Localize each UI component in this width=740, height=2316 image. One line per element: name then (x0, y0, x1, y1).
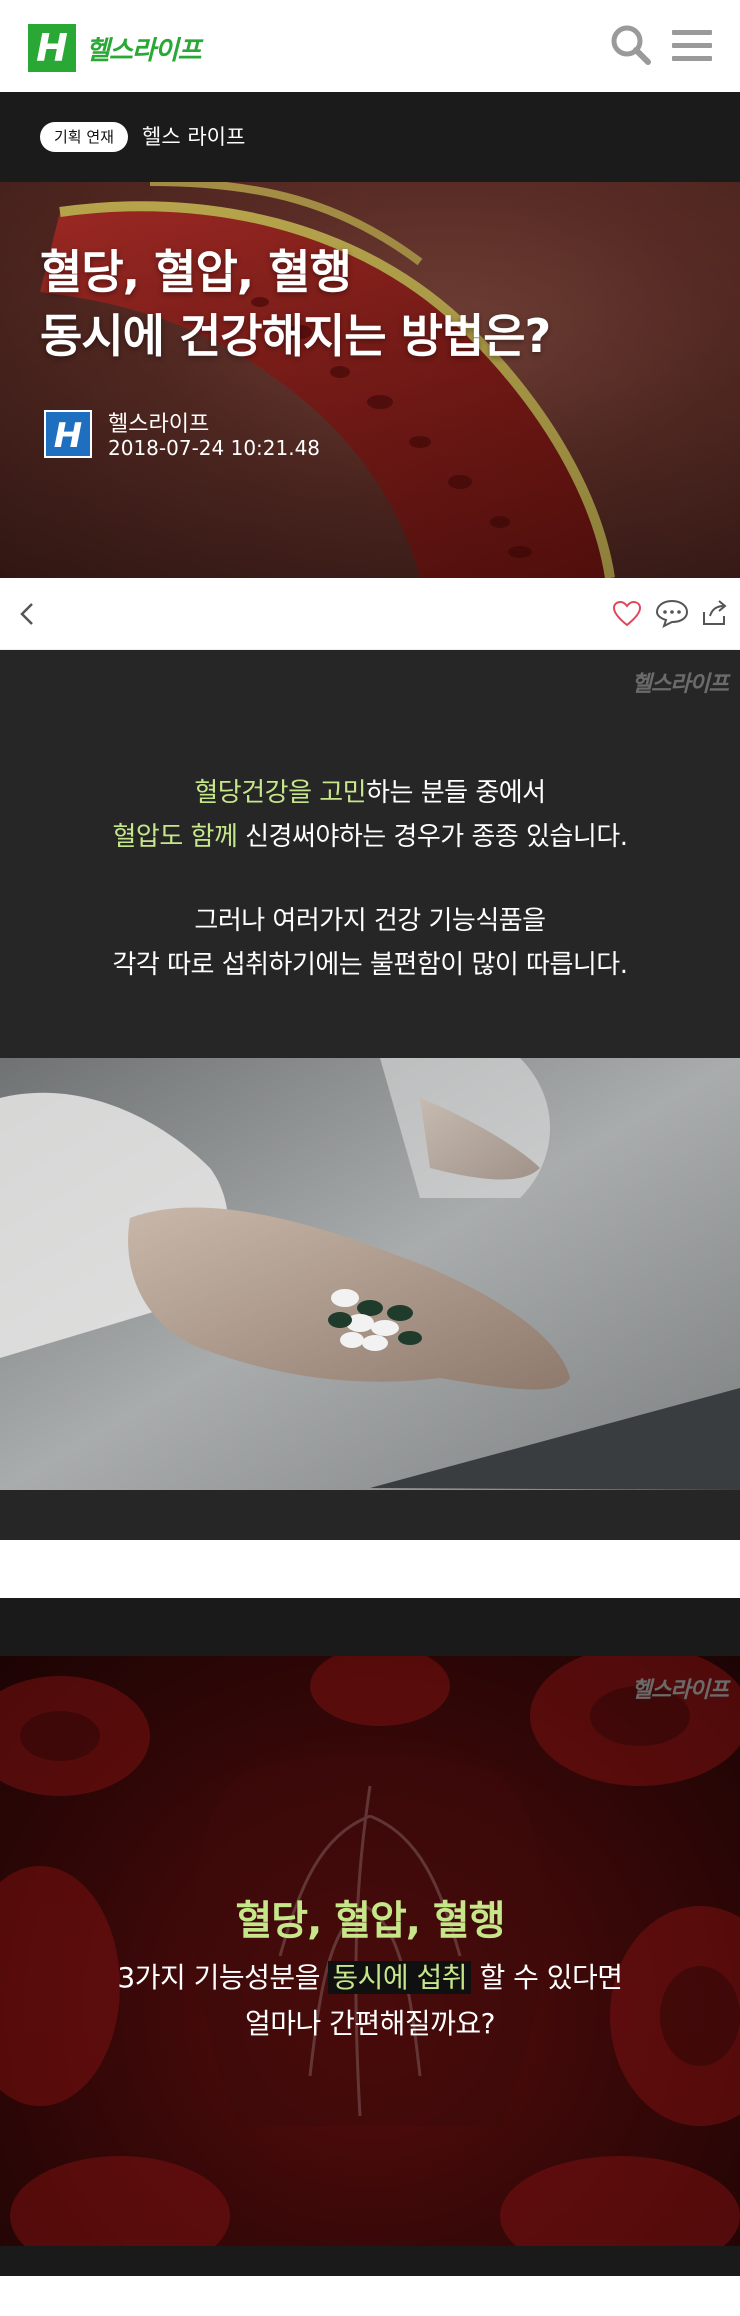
site-header: H 헬스라이프 (0, 0, 740, 92)
watermark: 헬스라이프 (631, 672, 729, 697)
publish-date: 2018-07-24 10:21.48 (108, 436, 321, 460)
article-title-line2: 동시에 건강해지는 방법은? (40, 309, 551, 363)
article-title: 혈당, 혈압, 혈행 동시에 건강해지는 방법은? (40, 240, 551, 368)
speech-bubble-icon[interactable] (654, 598, 690, 628)
share-icon[interactable] (700, 598, 730, 628)
author-avatar[interactable]: H (44, 410, 92, 458)
author-name[interactable]: 헬스라이프 (108, 406, 209, 438)
heart-icon[interactable] (612, 600, 642, 628)
blood-cells-illustration (0, 1656, 740, 2246)
card1-line1: 혈당건강을 고민하는 분들 중에서 (194, 778, 546, 808)
article-action-bar (0, 578, 740, 650)
article-hero: 혈당, 혈압, 혈행 동시에 건강해지는 방법은? H 헬스라이프 2018-0… (0, 182, 740, 578)
pills-in-hand-photo (0, 1058, 740, 1490)
card2-line1: 3가지 기능성분을 동시에 섭취 할 수 있다면 (117, 1961, 623, 1994)
logo-mark: H (28, 24, 76, 72)
content-card-2: 헬스라이프 혈당, 혈압, 혈행 3가지 기능성분을 동시에 섭취 할 수 있다… (0, 1656, 740, 2246)
content-card-1: 헬스라이프 혈당건강을 고민하는 분들 중에서 혈압도 함께 신경써야하는 경우… (0, 650, 740, 1058)
logo-text: 헬스라이프 (86, 35, 202, 66)
search-icon[interactable] (610, 24, 652, 66)
category-name[interactable]: 헬스 라이프 (142, 122, 245, 152)
chevron-left-icon[interactable] (14, 598, 42, 630)
card2-title: 혈당, 혈압, 혈행 (235, 1898, 505, 1944)
card2-line2: 얼마나 간편해질까요? (244, 2007, 496, 2040)
site-logo[interactable]: H 헬스라이프 (28, 24, 202, 72)
series-badge[interactable]: 기획 연재 (40, 122, 128, 152)
watermark: 헬스라이프 (631, 1678, 729, 1703)
card1-line3: 그러나 여러가지 건강 기능식품을 (194, 906, 546, 936)
category-bar: 기획 연재 헬스 라이프 (0, 92, 740, 182)
card1-line4: 각각 따로 섭취하기에는 불편함이 많이 따릅니다. (112, 950, 629, 980)
card1-line2: 혈압도 함께 신경써야하는 경우가 종종 있습니다. (112, 822, 629, 852)
article-title-line1: 혈당, 혈압, 혈행 (40, 245, 352, 299)
hamburger-menu-icon[interactable] (672, 30, 712, 62)
